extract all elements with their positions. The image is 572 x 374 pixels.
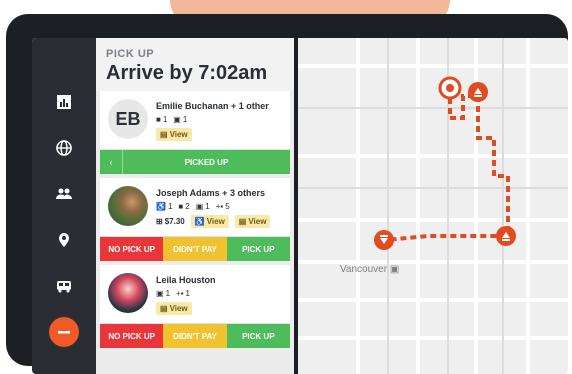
avatar <box>108 273 148 313</box>
bag-icon: ▣ <box>195 202 204 211</box>
nav-globe[interactable] <box>42 126 86 170</box>
people-icon <box>56 188 72 199</box>
rider-actions: NO PICK UP DIDN'T PAY PICK UP <box>100 237 290 261</box>
nav-active-minus[interactable] <box>42 310 86 354</box>
bus-icon <box>57 281 71 293</box>
app-screen: PICK UP Arrive by 7:02am EB Emilie Bucha… <box>32 38 568 374</box>
nav-bus[interactable] <box>42 264 86 308</box>
stop-marker-icon[interactable] <box>468 82 488 102</box>
view-card-button[interactable]: ▤ View <box>234 215 271 228</box>
seat-icon: ■ <box>178 202 184 211</box>
chart-icon <box>57 95 71 109</box>
card-icon: ▤ <box>160 130 168 139</box>
nav-location[interactable] <box>42 218 86 262</box>
rider-name: Emilie Buchanan + 1 other <box>156 101 269 111</box>
active-indicator <box>49 317 79 347</box>
bag-stat: ▣ 1 <box>173 115 188 124</box>
chevron-left-icon[interactable]: ‹ <box>100 150 123 174</box>
nav-chart[interactable] <box>42 80 86 124</box>
panel-subtitle: PICK UP <box>106 48 155 60</box>
seat-icon: ■ <box>156 115 161 124</box>
bag-stat: ▣ 1 <box>156 289 171 298</box>
pick-up-button[interactable]: PICK UP <box>226 237 290 261</box>
picked-up-bar[interactable]: ‹ PICKED UP <box>100 150 290 174</box>
seat-stat: ■ 2 <box>178 202 190 211</box>
route-map[interactable]: Vancouver ▣ <box>298 38 568 374</box>
map-canvas <box>298 38 568 374</box>
rider-card[interactable]: Joseph Adams + 3 others ♿ 1 ■ 2 ▣ 1 +▪ 5 ⊞ $7… <box>100 178 290 237</box>
stop-marker-icon[interactable] <box>496 226 516 246</box>
fare: ⊞ $7.30 <box>156 217 185 226</box>
bag-stat: ▣ 1 <box>195 202 210 211</box>
rider-card[interactable]: Leila Houston ▣ 1 +▪ 1 ▤ View <box>100 265 290 324</box>
avatar: EB <box>108 99 148 139</box>
wheelchair-stat: ♿ 1 <box>156 202 173 211</box>
rider-name: Leila Houston <box>156 275 216 285</box>
minus-icon <box>58 331 70 334</box>
plus-seat-icon: +▪ <box>176 289 184 298</box>
stop-marker-icon[interactable] <box>374 230 394 250</box>
didnt-pay-button[interactable]: DIDN'T PAY <box>163 324 227 348</box>
picked-up-label: PICKED UP <box>184 157 229 167</box>
nav-people[interactable] <box>42 172 86 216</box>
rider-name: Joseph Adams + 3 others <box>156 188 265 198</box>
panel-header: PICK UP Arrive by 7:02am <box>96 38 294 91</box>
pickup-panel: PICK UP Arrive by 7:02am EB Emilie Bucha… <box>96 38 294 374</box>
avatar <box>108 186 148 226</box>
wheelchair-icon: ♿ <box>156 202 166 211</box>
seat-stat: ■ 1 <box>156 115 168 124</box>
view-button[interactable]: ▤ View <box>156 302 192 315</box>
tablet-frame: PICK UP Arrive by 7:02am EB Emilie Bucha… <box>6 14 568 374</box>
card-icon: ▤ <box>238 217 247 226</box>
plus-seat-icon: +▪ <box>215 202 224 211</box>
location-pin-icon <box>59 233 69 247</box>
transit-icon: ▣ <box>389 264 400 275</box>
view-button[interactable]: ▤ View <box>156 128 192 141</box>
plus-seat-stat: +▪ 5 <box>215 202 230 211</box>
rider-card[interactable]: EB Emilie Buchanan + 1 other ■ 1 ▣ 1 ▤ View <box>100 91 290 150</box>
wheelchair-icon: ♿ <box>194 217 205 226</box>
city-label: Vancouver ▣ <box>340 264 400 275</box>
side-nav-rail <box>32 38 96 374</box>
plus-seat-stat: +▪ 1 <box>176 289 190 298</box>
bag-icon: ▣ <box>156 289 164 298</box>
rider-actions: NO PICK UP DIDN'T PAY PICK UP <box>100 324 290 348</box>
no-pick-up-button[interactable]: NO PICK UP <box>100 237 164 261</box>
pick-up-button[interactable]: PICK UP <box>226 324 290 348</box>
bus-small-icon: ⊞ <box>156 217 163 226</box>
bag-icon: ▣ <box>173 115 181 124</box>
didnt-pay-button[interactable]: DIDN'T PAY <box>163 237 227 261</box>
globe-icon <box>56 140 72 156</box>
view-accessibility-button[interactable]: ♿ View <box>190 215 229 228</box>
panel-title: Arrive by 7:02am <box>106 62 268 84</box>
card-icon: ▤ <box>160 304 168 313</box>
destination-marker-icon[interactable] <box>438 76 462 100</box>
no-pick-up-button[interactable]: NO PICK UP <box>100 324 164 348</box>
